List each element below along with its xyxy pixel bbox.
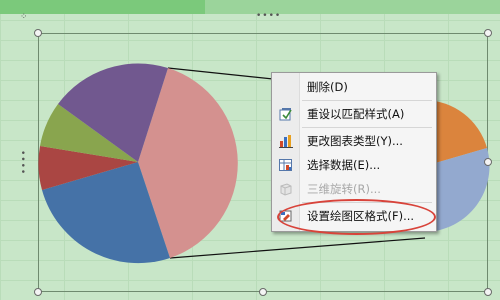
context-menu: 删除(D) 重设以匹配样式(A) 更改图表类型(Y)... 选择数据(E)...… (271, 72, 437, 232)
resize-handle-bottom-left[interactable] (34, 288, 42, 296)
resize-handle-bottom-right[interactable] (484, 288, 492, 296)
resize-handle-top-left[interactable] (34, 29, 42, 37)
menu-item-label: 删除(D) (307, 80, 348, 94)
menu-separator (302, 202, 432, 203)
menu-item-reset-style[interactable]: 重设以匹配样式(A) (272, 102, 436, 126)
menu-item-label: 设置绘图区格式(F)... (307, 209, 415, 223)
menu-item-label: 三维旋转(R)... (307, 182, 381, 196)
format-plot-area-icon (272, 204, 299, 228)
menu-separator (302, 100, 432, 101)
menu-item-label: 重设以匹配样式(A) (307, 107, 405, 121)
chart-type-icon (272, 129, 299, 153)
connector-line-bottom (169, 237, 426, 259)
menu-item-select-data[interactable]: 选择数据(E)... (272, 153, 436, 177)
menu-item-change-chart-type[interactable]: 更改图表类型(Y)... (272, 129, 436, 153)
menu-item-3d-rotation: 三维旋转(R)... (272, 177, 436, 201)
resize-handle-right[interactable] (484, 158, 492, 166)
delete-icon (272, 75, 299, 99)
menu-item-label: 更改图表类型(Y)... (307, 134, 403, 148)
menu-separator (302, 127, 432, 128)
select-data-icon (272, 153, 299, 177)
menu-item-format-plot-area[interactable]: 设置绘图区格式(F)... (272, 204, 436, 228)
menu-item-label: 选择数据(E)... (307, 158, 381, 172)
menu-item-delete[interactable]: 删除(D) (272, 75, 436, 99)
reset-style-icon (272, 102, 299, 126)
resize-handle-bottom[interactable] (259, 288, 267, 296)
resize-handle-top-right[interactable] (484, 29, 492, 37)
3d-rotation-icon (272, 177, 299, 201)
